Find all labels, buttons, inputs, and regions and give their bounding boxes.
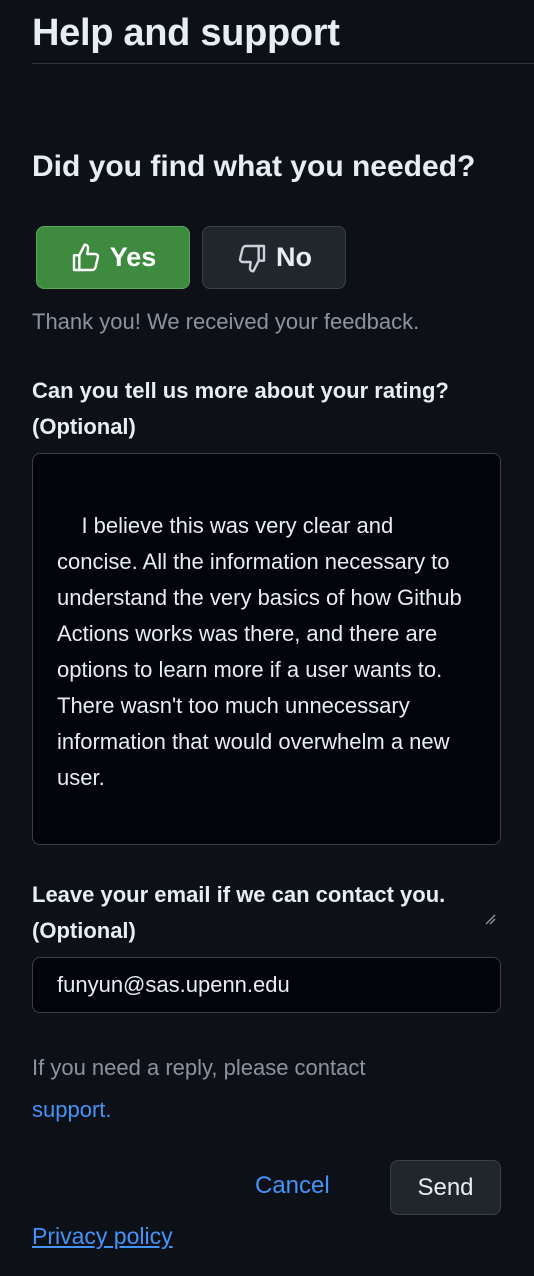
- support-link[interactable]: support.: [32, 1097, 112, 1122]
- cancel-button[interactable]: Cancel: [255, 1172, 330, 1200]
- no-label: No: [276, 242, 312, 272]
- reply-note: If you need a reply, please contact supp…: [32, 1047, 492, 1131]
- thumbs-up-icon: [70, 242, 102, 274]
- rating-details-textarea[interactable]: I believe this was very clear and concis…: [32, 453, 501, 925]
- no-button[interactable]: No: [202, 226, 346, 289]
- email-label: Leave your email if we can contact you. …: [32, 882, 446, 943]
- rating-details-text: I believe this was very clear and concis…: [57, 513, 467, 790]
- privacy-policy-link[interactable]: Privacy policy: [32, 1223, 173, 1250]
- feedback-confirmation: Thank you! We received your feedback.: [32, 309, 420, 334]
- header-divider: [32, 63, 534, 64]
- resize-handle-icon[interactable]: [484, 828, 496, 925]
- page-title: Help and support: [32, 12, 340, 54]
- help-support-panel: Help and support Did you find what you n…: [0, 0, 534, 1276]
- email-field[interactable]: funyun@sas.upenn.edu: [32, 957, 501, 1013]
- send-button[interactable]: Send: [390, 1160, 501, 1215]
- yes-label: Yes: [109, 242, 157, 272]
- yes-button[interactable]: Yes: [36, 226, 190, 289]
- rating-details-label: Can you tell us more about your rating? …: [32, 378, 449, 439]
- feedback-question: Did you find what you needed?: [32, 150, 476, 183]
- reply-note-text: If you need a reply, please contact: [32, 1055, 366, 1080]
- thumbs-down-icon: [236, 242, 268, 274]
